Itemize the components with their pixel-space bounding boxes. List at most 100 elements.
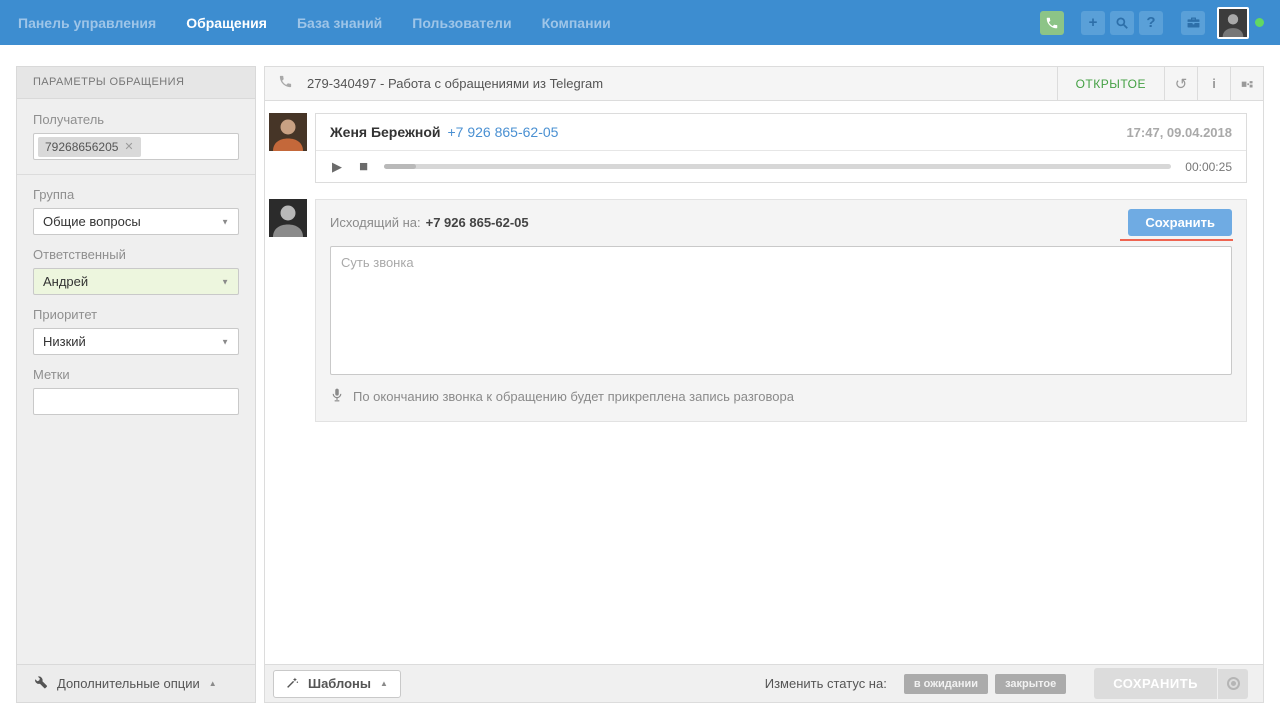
info-button[interactable]: i — [1197, 67, 1230, 100]
ticket-header: 279-340497 - Работа с обращениями из Tel… — [265, 67, 1263, 101]
priority-label: Приоритет — [33, 307, 98, 322]
stop-button[interactable]: ■ — [357, 158, 370, 175]
phone-icon — [278, 74, 293, 94]
wand-icon — [286, 676, 299, 692]
additional-options-label: Дополнительные опции — [57, 676, 200, 691]
message-timestamp: 17:47, 09.04.2018 — [1126, 124, 1232, 140]
outgoing-call-composer: Исходящий на: +7 926 865-62-05 Сохранить… — [269, 199, 1247, 422]
nav-companies[interactable]: Компании — [542, 15, 611, 31]
ticket-header-right: ОТКРЫТОЕ ↺ i — [1056, 67, 1263, 100]
recipient-label: Получатель — [33, 112, 105, 127]
call-note-textarea[interactable] — [330, 246, 1232, 375]
conversation: Женя Бережной +7 926 865-62-05 17:47, 09… — [265, 101, 1263, 422]
collapse-up-icon: ▲ — [379, 679, 388, 688]
nav-knowledge-base[interactable]: База знаний — [297, 15, 382, 31]
tags-input[interactable] — [33, 388, 239, 415]
call-message-header: Женя Бережной +7 926 865-62-05 17:47, 09… — [316, 114, 1246, 151]
main-nav: Панель управления Обращения База знаний … — [18, 15, 611, 31]
top-actions: + ? — [1040, 6, 1264, 39]
status-actions: Изменить статус на: в ожидании закрытое … — [765, 668, 1248, 699]
chevron-down-icon: ▼ — [221, 336, 229, 346]
chevron-down-icon: ▼ — [221, 216, 229, 226]
nav-users[interactable]: Пользователи — [412, 15, 511, 31]
audio-progress-fill — [384, 164, 416, 169]
microphone-icon — [330, 387, 344, 406]
recording-note-text: По окончанию звонка к обращению будет пр… — [353, 389, 794, 404]
save-note-button[interactable]: Сохранить — [1120, 209, 1233, 241]
briefcase-button[interactable] — [1181, 10, 1205, 35]
record-circle-icon — [1226, 677, 1240, 690]
assignee-value: Андрей — [43, 274, 89, 289]
customer-avatar — [269, 113, 307, 151]
question-icon: ? — [1146, 14, 1156, 31]
nav-dashboard[interactable]: Панель управления — [18, 15, 156, 31]
ticket-header-left: 279-340497 - Работа с обращениями из Tel… — [265, 67, 603, 100]
user-avatar[interactable] — [1217, 6, 1249, 39]
call-message: Женя Бережной +7 926 865-62-05 17:47, 09… — [269, 113, 1247, 183]
composer-header: Исходящий на: +7 926 865-62-05 Сохранить — [316, 200, 1246, 246]
sidebar-body: Получатель 79268656205 ✕ Группа Общие во… — [17, 99, 255, 415]
recipient-tag-value: 79268656205 — [45, 139, 119, 154]
call-message-card: Женя Бережной +7 926 865-62-05 17:47, 09… — [315, 113, 1247, 183]
history-icon: ↺ — [1174, 75, 1188, 93]
assignee-label: Ответственный — [33, 247, 126, 262]
search-icon — [1115, 16, 1129, 30]
history-button[interactable]: ↺ — [1164, 67, 1197, 100]
outgoing-phone-number: +7 926 865-62-05 — [425, 215, 529, 230]
status-badge[interactable]: ОТКРЫТОЕ — [1056, 67, 1164, 100]
sidebar-title: ПАРАМЕТРЫ ОБРАЩЕНИЯ — [17, 67, 255, 99]
additional-options-toggle[interactable]: Дополнительные опции ▲ — [17, 664, 255, 702]
add-button[interactable]: + — [1081, 10, 1105, 35]
phone-icon — [1045, 16, 1059, 30]
phone-call-button[interactable] — [1040, 10, 1064, 35]
nav-tickets[interactable]: Обращения — [186, 15, 267, 31]
group-select[interactable]: Общие вопросы ▼ — [33, 208, 239, 235]
customer-name: Женя Бережной — [330, 124, 441, 140]
remove-tag-icon[interactable]: ✕ — [124, 140, 133, 153]
online-status-dot — [1255, 18, 1264, 27]
chevron-down-icon: ▼ — [221, 276, 229, 286]
topbar-button-group: + ? — [1081, 10, 1163, 35]
help-button[interactable]: ? — [1139, 10, 1163, 35]
app: Панель управления Обращения База знаний … — [0, 0, 1280, 720]
group-label: Группа — [33, 187, 75, 202]
collapse-up-icon: ▲ — [208, 679, 217, 688]
merge-icon — [1240, 77, 1254, 91]
group-value: Общие вопросы — [43, 214, 141, 229]
briefcase-icon — [1186, 15, 1201, 30]
stop-icon: ■ — [359, 158, 369, 175]
recording-note: По окончанию звонка к обращению будет пр… — [316, 375, 1246, 408]
search-button[interactable] — [1110, 10, 1134, 35]
top-navigation-bar: Панель управления Обращения База знаний … — [0, 0, 1280, 45]
tags-label: Метки — [33, 367, 70, 382]
merge-button[interactable] — [1230, 67, 1263, 100]
templates-label: Шаблоны — [308, 676, 371, 691]
call-direction-label: Исходящий на: — [330, 215, 421, 230]
wrench-icon — [33, 674, 48, 694]
status-closed-button[interactable]: закрытое — [995, 673, 1067, 694]
play-button[interactable]: ▶ — [330, 159, 344, 175]
ticket-parameters-panel: ПАРАМЕТРЫ ОБРАЩЕНИЯ Получатель 792686562… — [16, 66, 256, 703]
info-icon: i — [1212, 76, 1216, 91]
ticket-footer: Шаблоны ▲ Изменить статус на: в ожидании… — [265, 664, 1263, 702]
audio-progress-bar[interactable] — [384, 164, 1172, 169]
assignee-select[interactable]: Андрей ▼ — [33, 268, 239, 295]
save-ticket-button[interactable]: СОХРАНИТЬ — [1094, 668, 1217, 699]
sidebar-divider — [17, 174, 255, 175]
audio-duration: 00:00:25 — [1185, 159, 1232, 174]
templates-button[interactable]: Шаблоны ▲ — [273, 669, 401, 698]
recipient-field[interactable]: 79268656205 ✕ — [33, 133, 239, 160]
ticket-panel: 279-340497 - Работа с обращениями из Tel… — [264, 66, 1264, 703]
play-icon: ▶ — [332, 158, 342, 174]
change-status-label: Изменить статус на: — [764, 676, 887, 691]
ticket-title: 279-340497 - Работа с обращениями из Tel… — [307, 76, 604, 91]
status-pending-button[interactable]: в ожидании — [903, 673, 989, 694]
plus-icon: + — [1088, 14, 1098, 31]
composer-card: Исходящий на: +7 926 865-62-05 Сохранить… — [315, 199, 1247, 422]
customer-phone-link[interactable]: +7 926 865-62-05 — [448, 124, 559, 140]
agent-avatar — [269, 199, 307, 237]
priority-select[interactable]: Низкий ▼ — [33, 328, 239, 355]
save-timer-button[interactable] — [1218, 668, 1248, 699]
audio-player: ▶ ■ 00:00:25 — [316, 151, 1246, 182]
priority-value: Низкий — [43, 334, 86, 349]
